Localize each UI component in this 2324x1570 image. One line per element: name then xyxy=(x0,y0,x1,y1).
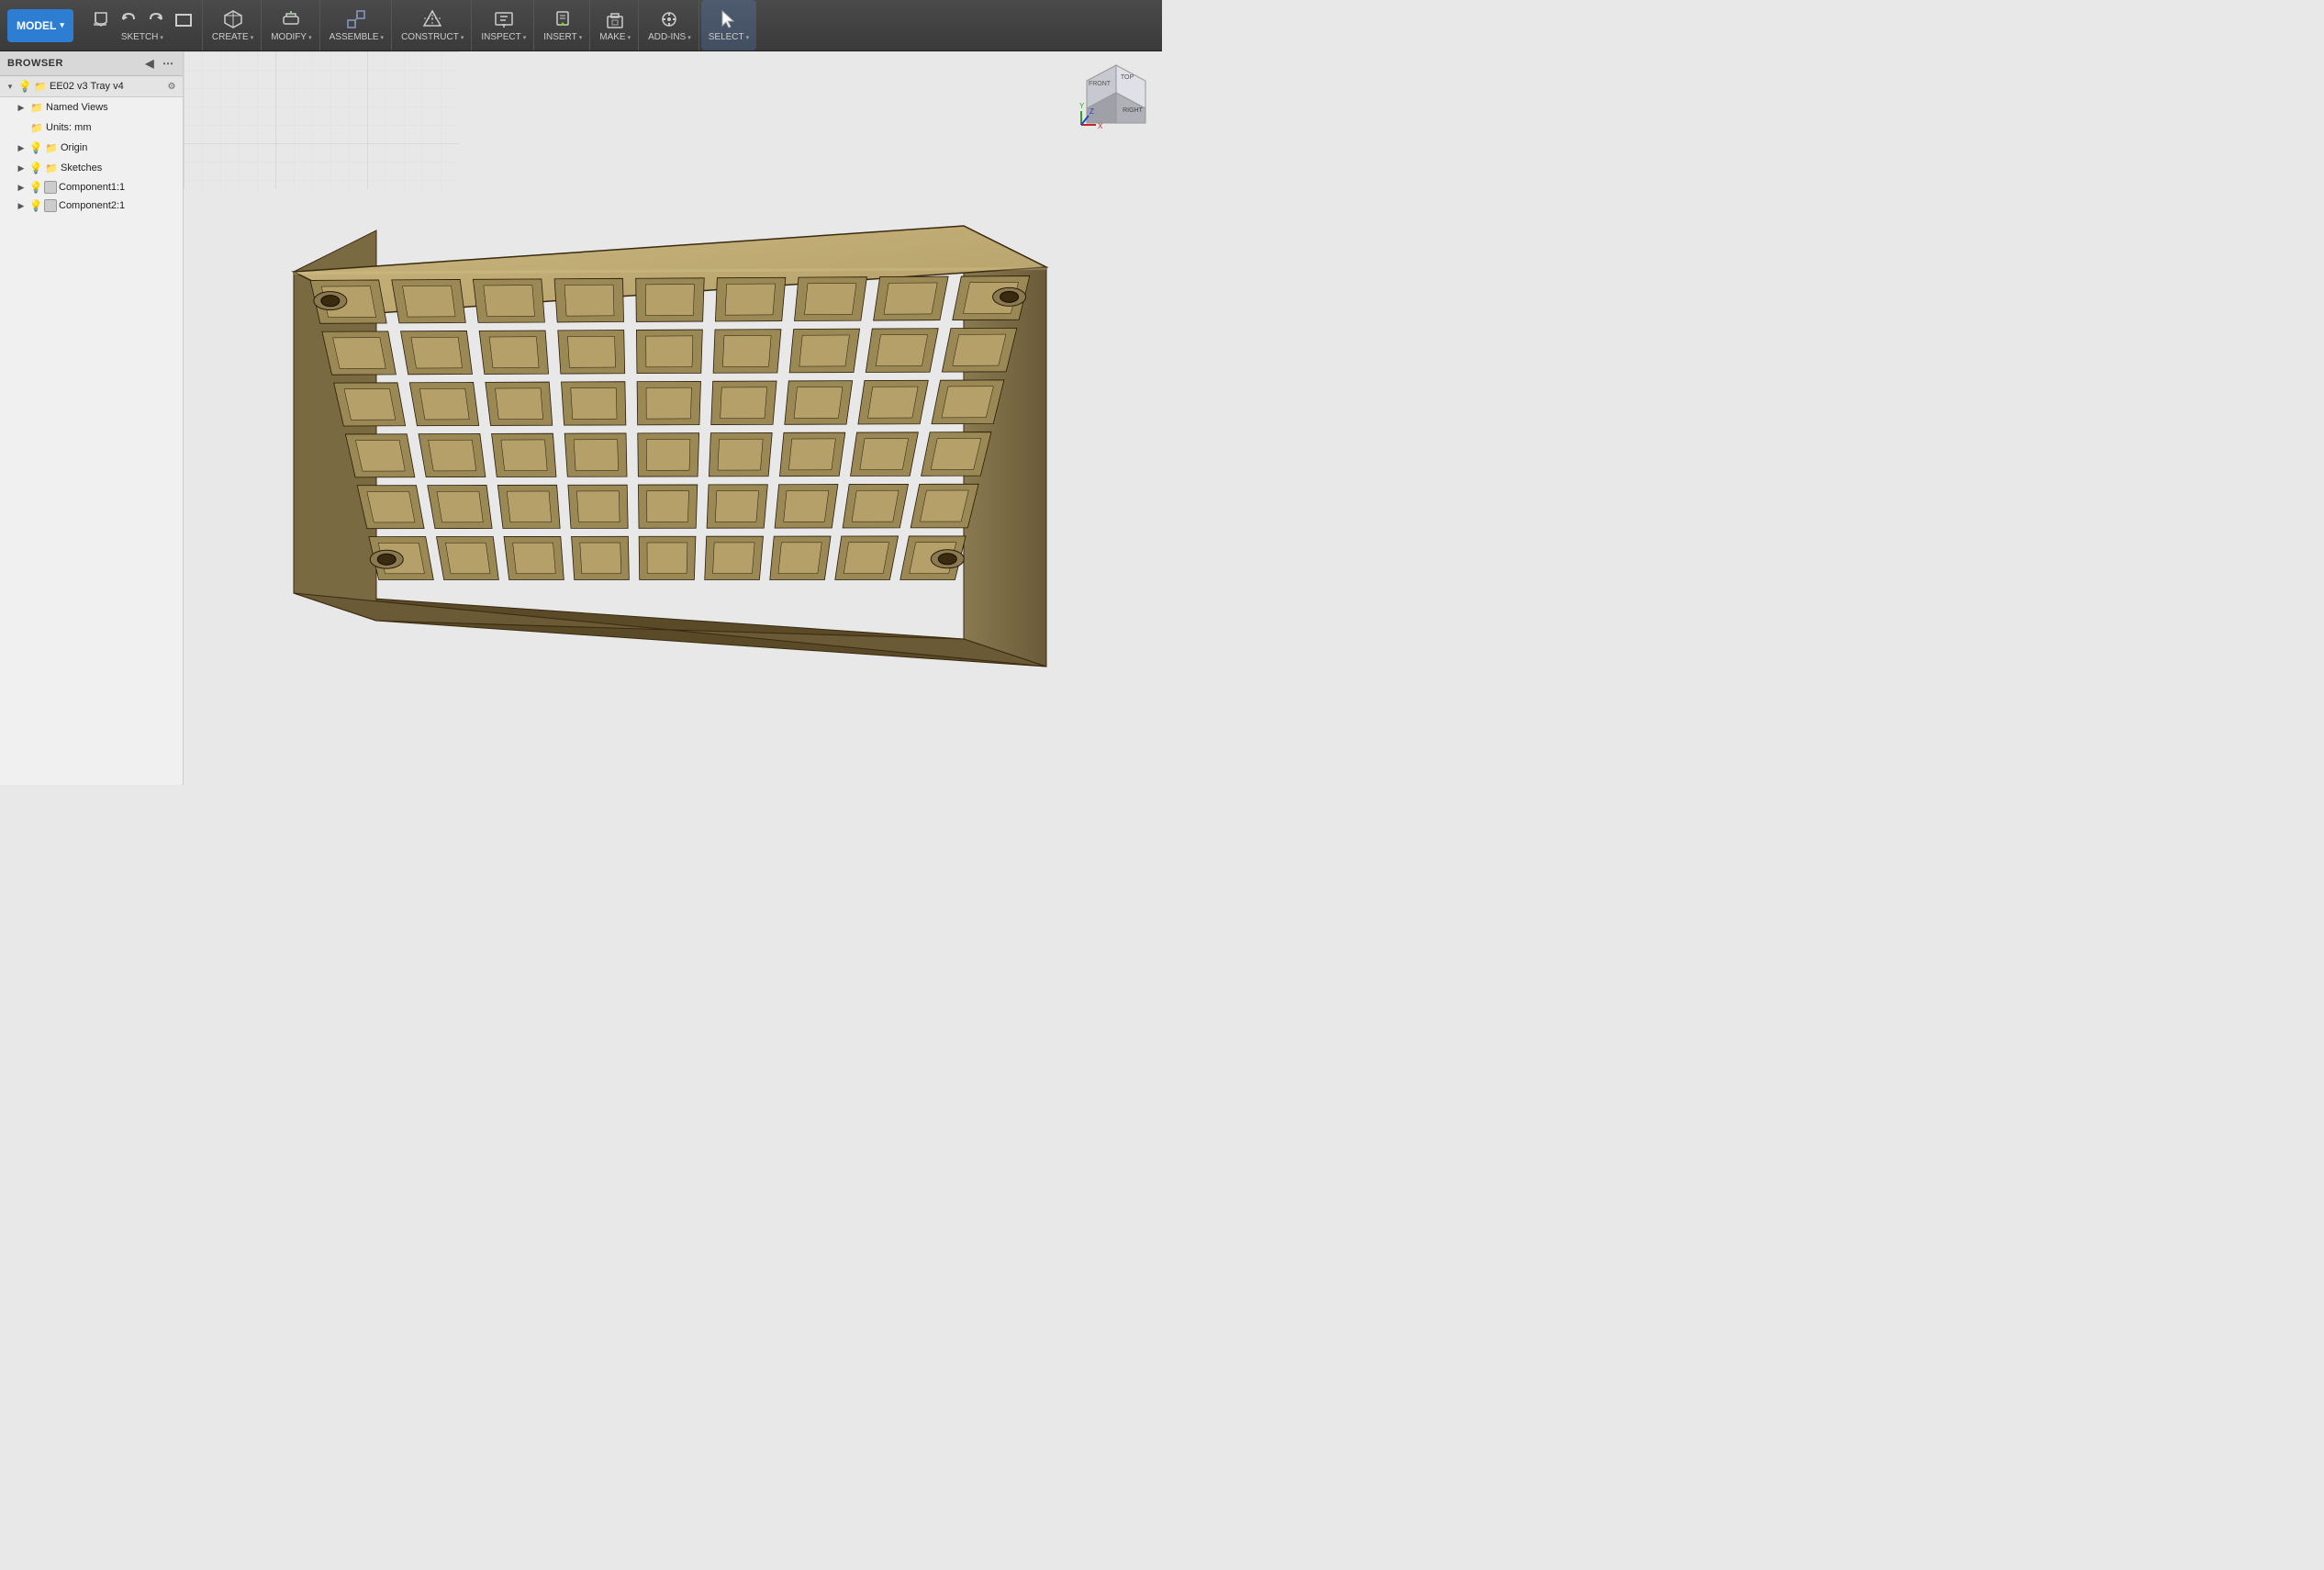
tree-origin[interactable]: ▶ 💡 📁 Origin xyxy=(0,138,183,158)
named-views-folder-icon: 📁 xyxy=(29,100,44,115)
component1-box-icon xyxy=(44,181,57,194)
assemble-arrow: ▾ xyxy=(381,34,385,41)
svg-text:X: X xyxy=(1098,122,1103,130)
tree-named-views[interactable]: ▶ 📁 Named Views xyxy=(0,97,183,118)
sketches-chevron-icon: ▶ xyxy=(15,162,28,174)
tree-sketches[interactable]: ▶ 💡 📁 Sketches xyxy=(0,158,183,178)
named-views-label: Named Views xyxy=(46,102,179,113)
sketch-pencil-icon xyxy=(90,8,112,30)
select-arrow: ▾ xyxy=(746,34,750,41)
insert-icon xyxy=(552,8,574,30)
svg-text:FRONT: FRONT xyxy=(1089,81,1112,87)
component2-box-icon xyxy=(44,199,57,212)
svg-text:RIGHT: RIGHT xyxy=(1123,107,1144,114)
toolbar-insert[interactable]: INSERT ▾ xyxy=(536,0,590,50)
undo-icon xyxy=(117,8,140,30)
root-folder-icon: 📁 xyxy=(33,79,48,94)
sketch-label: SKETCH xyxy=(121,32,159,42)
addins-icon xyxy=(658,8,680,30)
toolbar-construct[interactable]: CONSTRUCT ▾ xyxy=(394,0,472,50)
origin-chevron-icon: ▶ xyxy=(15,141,28,154)
toolbar-select[interactable]: SELECT ▾ xyxy=(701,0,756,50)
root-settings-icon[interactable]: ⚙ xyxy=(164,79,179,94)
make-arrow: ▾ xyxy=(628,34,631,41)
browser-title: BROWSER xyxy=(7,58,63,69)
assemble-label: ASSEMBLE xyxy=(330,32,379,42)
addins-arrow: ▾ xyxy=(687,34,691,41)
toolbar-sketch[interactable]: SKETCH ▾ xyxy=(83,0,203,50)
view-cube[interactable]: TOP FRONT RIGHT X Y Z xyxy=(1079,61,1153,134)
assemble-icon xyxy=(345,8,367,30)
inspect-label: INSPECT xyxy=(481,32,520,42)
component1-vis-icon: 💡 xyxy=(29,181,42,194)
insert-label: INSERT xyxy=(543,32,577,42)
toolbar-inspect[interactable]: INSPECT ▾ xyxy=(474,0,534,50)
toolbar-make[interactable]: MAKE ▾ xyxy=(592,0,639,50)
rectangle-icon xyxy=(173,8,195,30)
origin-vis-icon: 💡 xyxy=(29,141,42,154)
sketches-folder-icon: 📁 xyxy=(44,161,59,175)
construct-icon xyxy=(421,8,443,30)
modify-label: MODIFY xyxy=(271,32,307,42)
create-box-icon xyxy=(222,8,244,30)
model-dropdown-arrow: ▾ xyxy=(60,20,64,30)
select-cursor-icon xyxy=(718,8,740,30)
modify-arrow: ▾ xyxy=(308,34,312,41)
toolbar-create[interactable]: CREATE ▾ xyxy=(205,0,262,50)
addins-label: ADD-INS xyxy=(648,32,686,42)
insert-arrow: ▾ xyxy=(579,34,583,41)
sketches-vis-icon: 💡 xyxy=(29,162,42,174)
tree-component2[interactable]: ▶ 💡 Component2:1 xyxy=(0,196,183,215)
svg-text:TOP: TOP xyxy=(1121,74,1134,81)
component2-chevron-icon: ▶ xyxy=(15,199,28,212)
toolbar: MODEL ▾ xyxy=(0,0,1162,51)
tree-units[interactable]: ▶ 📁 Units: mm xyxy=(0,118,183,138)
inspect-icon xyxy=(493,8,515,30)
tray-3d-model: (function() { var svg = document.current… xyxy=(220,97,1101,777)
viewport[interactable]: (function() { var svg = document.current… xyxy=(184,51,1162,785)
units-spacer: ▶ xyxy=(15,121,28,134)
browser-header: BROWSER ◀ ⋯ xyxy=(0,51,183,76)
root-label: EE02 v3 Tray v4 xyxy=(50,81,162,92)
component2-label: Component2:1 xyxy=(59,200,179,211)
create-arrow: ▾ xyxy=(251,34,254,41)
create-label: CREATE xyxy=(212,32,249,42)
svg-text:Y: Y xyxy=(1079,102,1085,110)
model-button[interactable]: MODEL ▾ xyxy=(7,9,73,42)
toolbar-assemble[interactable]: ASSEMBLE ▾ xyxy=(322,0,392,50)
make-icon xyxy=(604,8,626,30)
tree-root-item[interactable]: ▾ 💡 📁 EE02 v3 Tray v4 ⚙ xyxy=(0,76,183,97)
origin-label: Origin xyxy=(61,142,179,153)
named-views-chevron-icon: ▶ xyxy=(15,101,28,114)
browser-menu-button[interactable]: ⋯ xyxy=(161,56,175,71)
redo-icon xyxy=(145,8,167,30)
sketches-label: Sketches xyxy=(61,163,179,174)
sketch-arrow: ▾ xyxy=(160,34,163,41)
origin-folder-icon: 📁 xyxy=(44,140,59,155)
component1-label: Component1:1 xyxy=(59,182,179,193)
model-label: MODEL xyxy=(17,19,56,32)
component1-chevron-icon: ▶ xyxy=(15,181,28,194)
browser-collapse-button[interactable]: ◀ xyxy=(142,56,157,71)
browser-panel: BROWSER ◀ ⋯ ▾ 💡 📁 EE02 v3 Tray v4 ⚙ ▶ 📁 … xyxy=(0,51,184,785)
construct-label: CONSTRUCT xyxy=(401,32,459,42)
svg-text:Z: Z xyxy=(1089,107,1094,116)
root-vis-icon: 💡 xyxy=(18,80,31,93)
modify-icon xyxy=(280,8,302,30)
units-label: Units: mm xyxy=(46,122,179,133)
toolbar-addins[interactable]: ADD-INS ▾ xyxy=(641,0,699,50)
inspect-arrow: ▾ xyxy=(523,34,527,41)
component2-vis-icon: 💡 xyxy=(29,199,42,212)
make-label: MAKE xyxy=(599,32,625,42)
toolbar-modify[interactable]: MODIFY ▾ xyxy=(263,0,319,50)
units-folder-icon: 📁 xyxy=(29,120,44,135)
tree-component1[interactable]: ▶ 💡 Component1:1 xyxy=(0,178,183,196)
construct-arrow: ▾ xyxy=(461,34,464,41)
select-label: SELECT xyxy=(709,32,744,42)
root-chevron-icon: ▾ xyxy=(4,80,17,93)
